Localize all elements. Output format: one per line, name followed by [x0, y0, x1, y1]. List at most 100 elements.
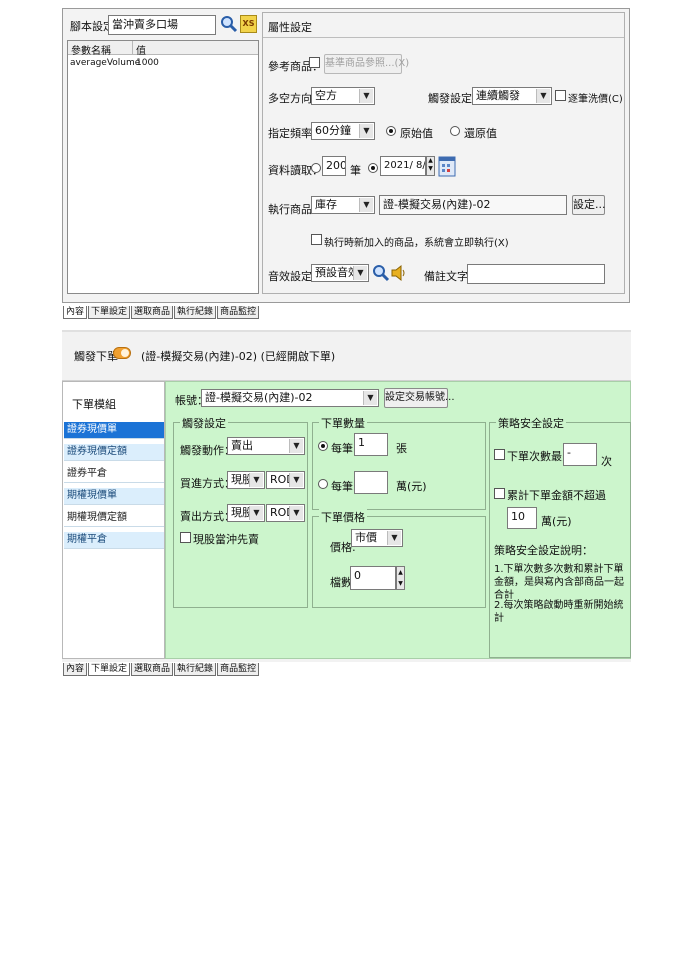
exec-new-label: 執行時新加入的商品，系統會立即執行(X)	[324, 238, 509, 249]
data-count-field[interactable]: 200	[322, 156, 346, 176]
tab-execution-log[interactable]: 執行紀錄	[174, 306, 217, 319]
trigger-select[interactable]: 連續觸發 ▼	[472, 87, 552, 105]
safety-desc-2: 2.每次策略啟動時重新開始統計	[494, 600, 624, 624]
chevron-down-icon: ▼	[536, 89, 550, 103]
tick-spinner[interactable]: ▲ ▼	[396, 566, 405, 590]
safety-desc-1: 1.下單次數多次數和累計下單金額，是與寫內含部商品一起合計	[494, 564, 624, 601]
chevron-down-icon: ▼	[359, 89, 373, 103]
xs-script-icon[interactable]: XS	[240, 15, 257, 33]
safety-desc-title: 策略安全設定說明：	[494, 544, 593, 557]
chevron-down-icon: ▼	[249, 473, 263, 487]
max-amount-label: 累計下單金額不超過	[507, 489, 606, 502]
daytrade-checkbox[interactable]	[180, 532, 191, 543]
sidebar-item-stock-close[interactable]: 證券平倉	[64, 466, 164, 483]
note-field[interactable]	[467, 264, 605, 284]
param-value: 1000	[136, 58, 159, 68]
account-status-text: (證-模擬交易(內建)-02) (已經開啟下單)	[141, 350, 336, 363]
exec-new-checkbox[interactable]	[311, 234, 322, 245]
trigger-order-label: 觸發下單	[74, 350, 118, 363]
chevron-down-icon: ▼	[363, 391, 377, 405]
daytrade-label: 現股當沖先賣	[193, 533, 259, 546]
tab-product-monitor[interactable]: 商品監控	[217, 306, 260, 319]
trigger-order-toggle[interactable]	[113, 347, 131, 359]
tab-content[interactable]: 內容	[63, 306, 88, 319]
qty-group-title: 下單數量	[319, 415, 367, 431]
tab-order-settings[interactable]: 下單設定	[88, 663, 131, 676]
script-name-field[interactable]: 當沖賣多口場	[108, 15, 216, 35]
search-icon[interactable]	[220, 15, 238, 33]
date-spinner[interactable]: ▲ ▼	[426, 156, 435, 176]
original-value-label: 原始值	[400, 127, 433, 140]
properties-panel	[262, 12, 625, 294]
chevron-down-icon: ▼	[359, 124, 373, 138]
buy-rod-select[interactable]: ROD ▼	[266, 471, 305, 489]
tick-wash-checkbox[interactable]	[555, 90, 566, 101]
sidebar-item-futures-close[interactable]: 期權平倉	[64, 532, 164, 549]
action-select[interactable]: 賣出 ▼	[227, 437, 305, 455]
sidebar-item-futures-limit-fixed[interactable]: 期權現價定額	[64, 510, 164, 527]
amount-field[interactable]	[354, 471, 388, 494]
tab-execution-log[interactable]: 執行紀錄	[174, 663, 217, 676]
data-date-radio[interactable]	[368, 163, 378, 173]
exec-select[interactable]: 庫存 ▼	[311, 196, 375, 214]
data-date-field[interactable]: 2021/ 8/16	[380, 156, 426, 176]
adjusted-value-label: 還原值	[464, 127, 497, 140]
sidebar-item-futures-limit[interactable]: 期權現價單	[64, 488, 164, 505]
data-unit-label: 筆	[350, 164, 361, 177]
price-group-title: 下單價格	[319, 509, 367, 525]
sell-rod-select[interactable]: ROD ▼	[266, 504, 305, 522]
buy-method-select[interactable]: 現股 ▼	[227, 471, 265, 489]
sidebar-item-stock-limit[interactable]: 證券現價單	[64, 422, 164, 439]
sell-method-select[interactable]: 現股 ▼	[227, 504, 265, 522]
chevron-down-icon: ▼	[289, 473, 303, 487]
param-name: averageVolume	[70, 58, 141, 68]
per-order-amount-label: 每筆	[331, 480, 353, 493]
top-tab-bar: 內容 下單設定 選取商品 執行紀錄 商品監控	[63, 306, 260, 319]
exec-account-field: 證-模擬交易(內建)-02	[379, 195, 567, 215]
set-account-button[interactable]: 設定交易帳號...	[384, 388, 455, 408]
sidebar-title: 下單模組	[72, 398, 116, 411]
tab-selected-products[interactable]: 選取商品	[131, 306, 174, 319]
calendar-icon[interactable]	[438, 155, 456, 177]
order-qty-group: 下單數量	[312, 415, 486, 510]
params-header: 參數名稱 值	[68, 41, 258, 57]
tab-order-settings[interactable]: 下單設定	[88, 306, 131, 319]
max-amount-unit-label: 萬(元)	[541, 515, 572, 528]
ref-product-button[interactable]: 基準商品參照...(X)	[324, 54, 409, 74]
qty-unit-label: 張	[396, 442, 407, 455]
per-order-qty-radio[interactable]	[318, 441, 328, 451]
original-value-radio[interactable]	[386, 126, 396, 136]
per-order-qty-label: 每筆	[331, 442, 353, 455]
table-row[interactable]: averageVolume 1000	[68, 57, 258, 71]
chevron-down-icon: ▼	[289, 439, 303, 453]
max-count-unit-label: 次	[601, 455, 612, 468]
tab-product-monitor[interactable]: 商品監控	[217, 663, 260, 676]
data-count-radio[interactable]	[311, 163, 321, 173]
speaker-icon[interactable]	[390, 264, 406, 282]
max-count-field[interactable]: -	[563, 443, 597, 466]
qty-field[interactable]: 1	[354, 433, 388, 456]
tab-content[interactable]: 內容	[63, 663, 88, 676]
direction-select[interactable]: 空方 ▼	[311, 87, 375, 105]
price-select[interactable]: 市價 ▼	[351, 529, 403, 547]
account-select[interactable]: 證-模擬交易(內建)-02 ▼	[201, 389, 379, 407]
amount-unit-label: 萬(元)	[396, 480, 427, 493]
max-amount-checkbox[interactable]	[494, 488, 505, 499]
ref-checkbox[interactable]	[309, 57, 320, 68]
per-order-amount-radio[interactable]	[318, 479, 328, 489]
search-icon[interactable]	[372, 264, 390, 282]
tab-selected-products[interactable]: 選取商品	[131, 663, 174, 676]
max-amount-field[interactable]: 10	[507, 507, 537, 529]
max-count-checkbox[interactable]	[494, 449, 505, 460]
tick-field[interactable]: 0	[350, 566, 396, 590]
adjusted-value-radio[interactable]	[450, 126, 460, 136]
chevron-down-icon: ▼	[289, 506, 303, 520]
trigger-group-title: 觸發設定	[180, 415, 228, 431]
chevron-down-icon: ▼	[359, 198, 373, 212]
tick-wash-label: 逐筆洗價(C)	[568, 94, 623, 105]
sidebar-item-stock-limit-fixed[interactable]: 證券現價定額	[64, 444, 164, 461]
exec-settings-button[interactable]: 設定...	[572, 195, 606, 215]
sound-select[interactable]: 預設音效 ▼	[311, 264, 369, 282]
properties-title: 屬性設定	[268, 21, 312, 34]
freq-select[interactable]: 60分鐘 ▼	[311, 122, 375, 140]
